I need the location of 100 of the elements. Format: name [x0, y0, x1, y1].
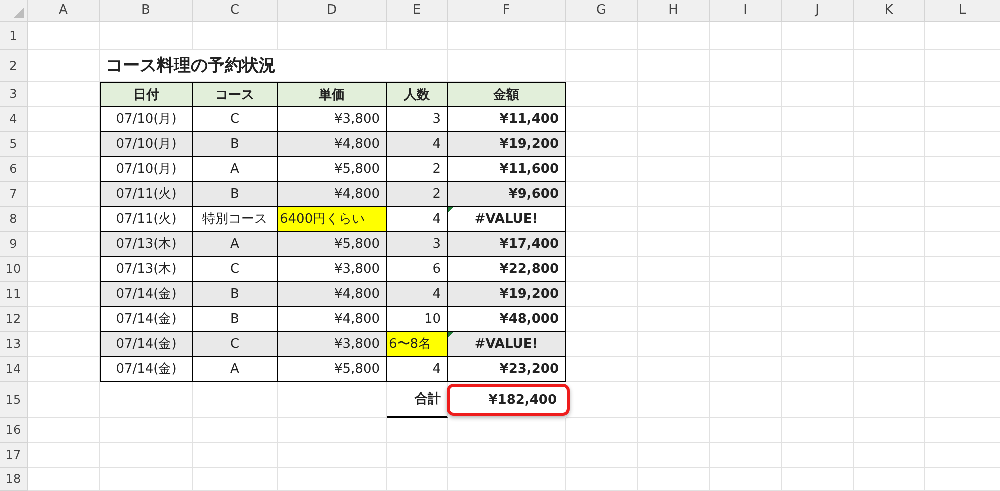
empty-cell [638, 207, 710, 232]
empty-cell [782, 22, 854, 50]
empty-cell [638, 443, 710, 468]
row-header[interactable]: 6 [0, 157, 28, 182]
column-header[interactable]: K [854, 0, 925, 22]
empty-cell [854, 357, 925, 382]
empty-cell [854, 382, 925, 418]
empty-cell [387, 418, 448, 443]
empty-cell [854, 22, 925, 50]
empty-cell [854, 50, 925, 82]
row-header[interactable]: 14 [0, 357, 28, 382]
empty-cell [710, 107, 782, 132]
row-header[interactable]: 2 [0, 50, 28, 82]
empty-cell [638, 182, 710, 207]
empty-cell [710, 50, 782, 82]
empty-cell [566, 418, 638, 443]
empty-cell [638, 107, 710, 132]
row-header[interactable]: 9 [0, 232, 28, 257]
empty-cell [782, 132, 854, 157]
empty-cell [854, 82, 925, 107]
empty-cell [710, 357, 782, 382]
empty-cell [638, 232, 710, 257]
empty-cell [782, 382, 854, 418]
empty-cell [854, 207, 925, 232]
row-header[interactable]: 5 [0, 132, 28, 157]
empty-cell [782, 232, 854, 257]
row-header[interactable]: 15 [0, 382, 28, 418]
column-header[interactable]: C [193, 0, 278, 22]
empty-cell [387, 443, 448, 468]
column-header[interactable]: A [28, 0, 100, 22]
column-heading: 金額 [448, 82, 566, 107]
column-header[interactable]: B [100, 0, 193, 22]
column-header[interactable]: L [925, 0, 1000, 22]
column-header[interactable]: D [278, 0, 387, 22]
empty-cell [387, 22, 448, 50]
column-header[interactable]: J [782, 0, 854, 22]
empty-cell [782, 182, 854, 207]
row-header[interactable]: 16 [0, 418, 28, 443]
empty-cell [854, 257, 925, 282]
empty-cell [854, 418, 925, 443]
column-header[interactable]: I [710, 0, 782, 22]
empty-cell [782, 307, 854, 332]
empty-cell [782, 257, 854, 282]
select-all-icon[interactable] [14, 8, 24, 18]
column-header[interactable]: G [566, 0, 638, 22]
row-header[interactable]: 7 [0, 182, 28, 207]
empty-cell [638, 50, 710, 82]
empty-cell [710, 332, 782, 357]
empty-cell [710, 257, 782, 282]
circled-total-value: ¥182,400 [447, 384, 570, 416]
empty-cell [854, 182, 925, 207]
empty-cell [710, 207, 782, 232]
empty-cell [638, 82, 710, 107]
table-cell: 6400円くらい [278, 207, 387, 232]
empty-cell [782, 107, 854, 132]
empty-cell [854, 157, 925, 182]
column-header[interactable]: F [448, 0, 566, 22]
row-header[interactable]: 3 [0, 82, 28, 107]
empty-cell [710, 157, 782, 182]
empty-cell [782, 282, 854, 307]
empty-cell [782, 82, 854, 107]
empty-cell [782, 332, 854, 357]
row-header[interactable]: 17 [0, 443, 28, 468]
empty-cell [782, 357, 854, 382]
empty-cell [638, 22, 710, 50]
empty-cell [782, 443, 854, 468]
column-heading: 日付 [100, 82, 193, 107]
empty-cell [638, 418, 710, 443]
row-header[interactable]: 10 [0, 257, 28, 282]
empty-cell [566, 22, 638, 50]
column-header[interactable]: E [387, 0, 448, 22]
empty-cell [638, 307, 710, 332]
empty-cell [710, 132, 782, 157]
empty-cell [710, 382, 782, 418]
empty-cell [710, 22, 782, 50]
empty-cell [638, 257, 710, 282]
empty-cell [854, 232, 925, 257]
column-heading: コース [193, 82, 278, 107]
row-header[interactable]: 4 [0, 107, 28, 132]
column-header[interactable]: H [638, 0, 710, 22]
empty-cell [782, 50, 854, 82]
row-header[interactable]: 12 [0, 307, 28, 332]
column-heading: 単価 [278, 82, 387, 107]
row-header[interactable]: 18 [0, 468, 28, 491]
empty-cell [854, 107, 925, 132]
empty-cell [710, 468, 782, 491]
row-header[interactable]: 11 [0, 282, 28, 307]
empty-cell [566, 443, 638, 468]
empty-cell [782, 418, 854, 443]
column-heading: 人数 [387, 82, 448, 107]
empty-cell [782, 207, 854, 232]
row-header[interactable]: 13 [0, 332, 28, 357]
empty-cell [854, 332, 925, 357]
row-header[interactable]: 1 [0, 22, 28, 50]
select-all-corner[interactable] [0, 0, 28, 22]
empty-cell [854, 282, 925, 307]
empty-cell [638, 357, 710, 382]
row-header[interactable]: 8 [0, 207, 28, 232]
empty-cell [387, 468, 448, 491]
empty-cell [566, 50, 638, 82]
